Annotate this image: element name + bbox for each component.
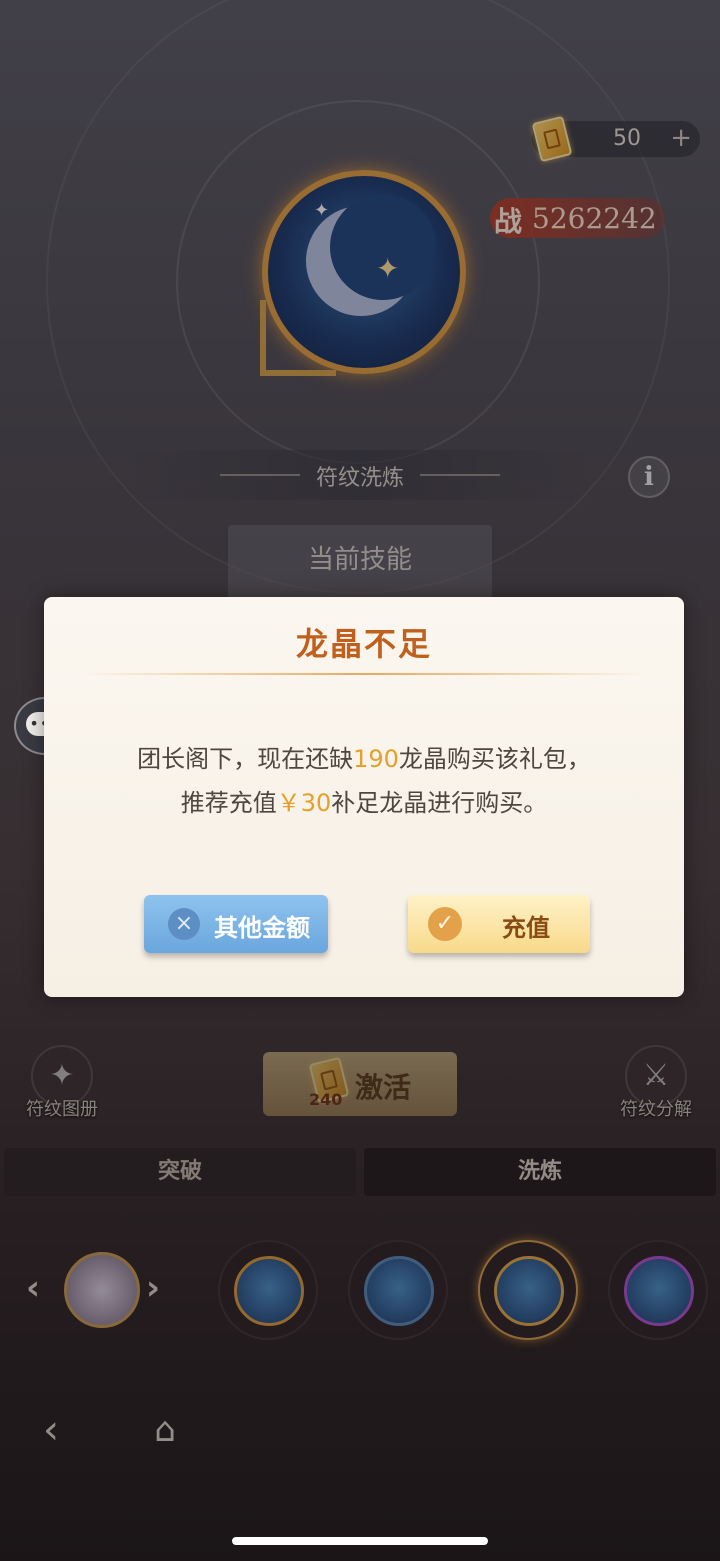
check-icon: ✓ xyxy=(428,907,462,941)
other-amount-label: 其他金额 xyxy=(214,914,310,942)
message-line2-suffix: 补足龙晶进行购买。 xyxy=(331,789,548,817)
home-indicator[interactable] xyxy=(232,1537,488,1545)
other-amount-button[interactable]: × 其他金额 xyxy=(144,895,328,953)
message-line2-prefix: 推荐充值 xyxy=(180,789,277,817)
message-line1-suffix: 龙晶购买该礼包， xyxy=(398,745,591,773)
title-divider xyxy=(84,673,644,675)
missing-crystal-amount: 190 xyxy=(353,745,399,773)
dialog-message: 团长阁下，现在还缺190龙晶购买该礼包， 推荐充值￥30补足龙晶进行购买。 xyxy=(44,737,684,825)
close-icon: × xyxy=(168,908,200,940)
recharge-button[interactable]: ✓ 充值 xyxy=(408,895,590,953)
recommended-price: ￥30 xyxy=(276,789,332,817)
recharge-label: 充值 xyxy=(502,914,550,942)
insufficient-crystal-dialog: 龙晶不足 团长阁下，现在还缺190龙晶购买该礼包， 推荐充值￥30补足龙晶进行购… xyxy=(44,597,684,997)
message-line1-prefix: 团长阁下，现在还缺 xyxy=(137,745,354,773)
dialog-title: 龙晶不足 xyxy=(295,625,432,663)
